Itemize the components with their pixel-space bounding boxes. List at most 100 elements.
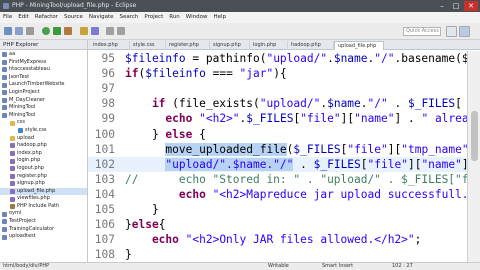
- editor-tab[interactable]: style.css: [130, 41, 166, 50]
- maximize-button[interactable]: □: [450, 1, 462, 11]
- external-tools-icon[interactable]: [64, 27, 72, 35]
- tree-item[interactable]: oyml: [0, 210, 87, 218]
- forward-icon[interactable]: [117, 27, 125, 35]
- close-button[interactable]: ✕: [464, 1, 478, 11]
- code-text: } else {: [125, 127, 206, 142]
- code-token: }: [125, 203, 159, 216]
- tree-item[interactable]: MiningTool: [0, 112, 87, 120]
- tree-item[interactable]: index.php: [0, 150, 87, 158]
- code-token: ===: [205, 67, 240, 81]
- tree-item[interactable]: uploadtest: [0, 233, 87, 241]
- editor-tab[interactable]: register.php: [166, 41, 210, 50]
- code-line[interactable]: 101 move_uploaded_file($_FILES["file"]["…: [88, 142, 467, 157]
- status-cursor-position: 102 : 27: [392, 263, 413, 269]
- code-line[interactable]: 104 echo "<h2>Mapreduce jar upload succe…: [88, 187, 467, 202]
- code-token: else: [131, 218, 159, 232]
- tree-item[interactable]: hadoop.php: [0, 142, 87, 150]
- project-icon: [2, 75, 7, 81]
- tree-item[interactable]: logout.php: [0, 165, 87, 173]
- tree-item[interactable]: login.php: [0, 157, 87, 165]
- editor-tab[interactable]: signup.php: [210, 41, 250, 50]
- tree-item[interactable]: signup.php: [0, 180, 87, 188]
- code-token: if: [125, 67, 139, 81]
- tree-item[interactable]: TrainingCalculator: [0, 226, 87, 234]
- tree-item[interactable]: register.php: [0, 173, 87, 181]
- tree-item-label: logout.php: [17, 164, 44, 171]
- code-line[interactable]: 96 if($fileinfo === "jar"){: [88, 66, 467, 81]
- tree-item[interactable]: upload_file.php: [0, 187, 87, 196]
- run-icon[interactable]: [53, 27, 61, 35]
- code-line[interactable]: 102 "upload/".$name."/" . $_FILES["file"…: [88, 156, 467, 172]
- project-icon: [2, 52, 7, 58]
- print-icon[interactable]: [26, 27, 34, 35]
- menu-refactor[interactable]: Refactor: [35, 12, 58, 23]
- menu-navigate[interactable]: Navigate: [89, 12, 114, 23]
- project-icon: [2, 226, 7, 232]
- debug-icon[interactable]: [42, 27, 50, 35]
- tree-item-label: MiningTool: [9, 111, 36, 118]
- scrollbar-thumb[interactable]: [471, 111, 478, 161]
- minimize-button[interactable]: –: [436, 1, 448, 11]
- menu-file[interactable]: File: [3, 12, 12, 23]
- tree-item[interactable]: aa: [0, 51, 87, 59]
- project-icon: [2, 234, 7, 240]
- menu-edit[interactable]: Edit: [18, 12, 29, 23]
- php-explorer-header: PHP Explorer: [0, 40, 87, 50]
- tree-item[interactable]: M_DayCleaner: [0, 97, 87, 105]
- menu-run[interactable]: Run: [169, 12, 180, 23]
- editor-tab[interactable]: hadoop.php: [288, 41, 334, 50]
- quick-access-input[interactable]: Quick Access: [403, 27, 441, 36]
- project-icon: [2, 211, 7, 217]
- tree-item[interactable]: FirstMyExpress: [0, 59, 87, 67]
- code-line[interactable]: 97: [88, 81, 467, 96]
- code-line[interactable]: 100 } else {: [88, 127, 467, 142]
- code-editor[interactable]: 95 $fileinfo = pathinfo("upload/".$name."…: [88, 51, 467, 262]
- code-line[interactable]: 95 $fileinfo = pathinfo("upload/".$name."…: [88, 51, 467, 66]
- save-icon[interactable]: [15, 27, 23, 35]
- menu-source[interactable]: Source: [64, 12, 83, 23]
- open-type-icon[interactable]: [80, 27, 88, 35]
- tree-item[interactable]: htaccesstableau: [0, 66, 87, 74]
- editor-tab[interactable]: login.php: [250, 41, 288, 50]
- code-line[interactable]: 105 }: [88, 202, 467, 217]
- code-token: "/": [374, 52, 395, 65]
- menu-search[interactable]: Search: [120, 12, 139, 23]
- code-token: }: [125, 127, 166, 141]
- new-file-icon[interactable]: [4, 27, 12, 35]
- code-line[interactable]: 107 echo "<h2>Only JAR files allowed.</h…: [88, 232, 467, 247]
- back-icon[interactable]: [106, 27, 114, 35]
- tree-item[interactable]: PHP Include Path: [0, 203, 87, 211]
- tree-item[interactable]: style.css: [0, 127, 87, 135]
- tree-item[interactable]: viewfiles.php: [0, 195, 87, 203]
- editor-tab[interactable]: index.php: [90, 41, 130, 50]
- menu-project[interactable]: Project: [144, 12, 163, 23]
- code-token: "upload/".$name."/": [165, 157, 294, 171]
- line-number: 107: [94, 233, 115, 247]
- editor-tab[interactable]: upload_file.php: [334, 41, 384, 50]
- code-line[interactable]: 98 if (file_exists("upload/".$name."/" .…: [88, 96, 467, 111]
- tree-item[interactable]: css: [0, 119, 87, 127]
- code-token: "<h2>Only JAR files allowed.</h2>": [185, 233, 415, 247]
- open-perspective-icon[interactable]: [446, 26, 457, 37]
- code-token: "name": [421, 157, 462, 171]
- php-file-icon: [10, 196, 15, 202]
- code-line[interactable]: 108}: [88, 247, 467, 262]
- code-line[interactable]: 99 echo "<h2>".$_FILES["file"]["name"] .…: [88, 111, 467, 126]
- tree-item[interactable]: upload: [0, 135, 87, 143]
- tree-item[interactable]: MiningTool: [0, 104, 87, 112]
- window-title: PHP - MiningTool/upload_file.php - Eclip…: [12, 2, 137, 9]
- php-perspective-icon[interactable]: [459, 26, 470, 37]
- tree-item[interactable]: JsonTest: [0, 74, 87, 82]
- menu-window[interactable]: Window: [186, 12, 208, 23]
- code-line[interactable]: 106}else{: [88, 217, 467, 232]
- code-token: "upload/": [259, 97, 321, 111]
- menu-help[interactable]: Help: [213, 12, 226, 23]
- search-icon[interactable]: [91, 27, 99, 35]
- tree-item[interactable]: LoginProject: [0, 89, 87, 97]
- tree-item[interactable]: LaunchTimberWebsite: [0, 81, 87, 89]
- tree-item[interactable]: TestProject: [0, 218, 87, 226]
- code-token: "file": [347, 142, 388, 156]
- editor-vertical-scrollbar[interactable]: [467, 51, 480, 262]
- code-line[interactable]: 103 // echo "Stored in: " . "upload/" . $…: [88, 172, 467, 187]
